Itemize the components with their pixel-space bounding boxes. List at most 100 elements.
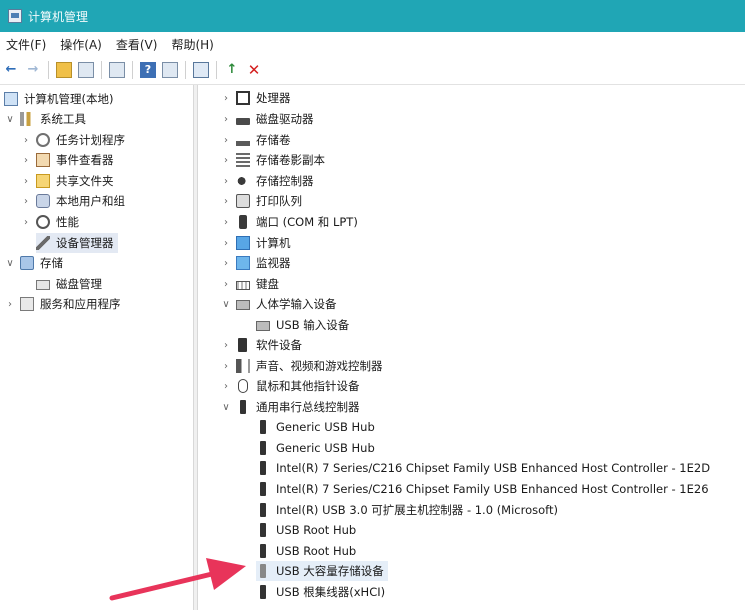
chevron-down-icon[interactable]: ∨ <box>220 402 232 413</box>
usb-controller-icon <box>240 400 246 414</box>
device-item-usb[interactable]: Generic USB Hub <box>256 438 375 458</box>
device-item-usb-mass-storage[interactable]: USB 大容量存储设备 <box>256 561 388 581</box>
device-label: 处理器 <box>256 91 291 105</box>
disk-drive-icon <box>236 117 250 125</box>
storage-controller-icon <box>236 174 250 188</box>
chevron-right-icon[interactable]: › <box>220 217 232 228</box>
device-category-software[interactable]: › 软件设备 <box>220 335 302 355</box>
device-category-print-queues[interactable]: › 打印队列 <box>220 191 302 211</box>
usb-icon <box>260 544 266 558</box>
device-category-ports[interactable]: › 端口 (COM 和 LPT) <box>220 212 358 232</box>
device-category-mice[interactable]: › 鼠标和其他指针设备 <box>220 376 360 396</box>
tree-item-task-scheduler[interactable]: › 任务计划程序 <box>20 130 125 150</box>
tree-item-disk-management[interactable]: 磁盘管理 <box>36 274 102 294</box>
chevron-right-icon[interactable]: › <box>4 299 16 310</box>
chevron-right-icon[interactable]: › <box>220 340 232 351</box>
tree-item-device-manager[interactable]: 设备管理器 <box>36 233 118 253</box>
menu-help[interactable]: 帮助(H) <box>164 36 220 53</box>
chevron-right-icon[interactable]: › <box>220 381 232 392</box>
chevron-right-icon[interactable]: › <box>220 135 232 146</box>
back-arrow-icon[interactable]: ← <box>3 62 19 78</box>
menu-view[interactable]: 查看(V) <box>109 36 165 53</box>
device-item-usb[interactable]: Intel(R) 7 Series/C216 Chipset Family US… <box>256 458 710 478</box>
device-category-hid[interactable]: ∨ 人体学输入设备 <box>220 294 336 314</box>
update-driver-icon[interactable]: ↑ <box>224 62 240 78</box>
tree-item-computer-management[interactable]: 计算机管理(本地) <box>4 89 113 109</box>
chevron-right-icon[interactable]: › <box>220 155 232 166</box>
tree-item-local-users[interactable]: › 本地用户和组 <box>20 191 125 211</box>
device-label: 鼠标和其他指针设备 <box>256 379 360 393</box>
tree-item-storage[interactable]: ∨ 存储 <box>4 253 63 273</box>
chevron-right-icon[interactable]: › <box>220 176 232 187</box>
device-category-monitors[interactable]: › 监视器 <box>220 253 291 273</box>
scan-hardware-icon[interactable] <box>193 62 209 78</box>
device-category-keyboards[interactable]: › 键盘 <box>220 274 279 294</box>
device-item-usb[interactable]: USB 根集线器(xHCI) <box>256 582 385 602</box>
tree-item-performance[interactable]: › 性能 <box>20 212 79 232</box>
uninstall-device-icon[interactable]: ✕ <box>246 62 262 78</box>
device-item-usb[interactable]: USB Root Hub <box>256 541 356 561</box>
toolbar: ← → ? ↑ ✕ <box>0 56 745 85</box>
chevron-right-icon[interactable]: › <box>20 135 32 146</box>
volume-shadow-icon <box>236 153 250 167</box>
action-pane-icon[interactable] <box>162 62 178 78</box>
device-category-volume-shadow[interactable]: › 存储卷影副本 <box>220 150 325 170</box>
device-item-usb[interactable]: Intel(R) 7 Series/C216 Chipset Family US… <box>256 479 709 499</box>
chevron-right-icon[interactable]: › <box>20 176 32 187</box>
storage-volume-icon <box>236 140 250 146</box>
usb-icon <box>260 461 266 475</box>
device-item-usb-input[interactable]: USB 输入设备 <box>256 315 349 335</box>
device-item-usb[interactable]: USB Root Hub <box>256 520 356 540</box>
tree-item-services-apps[interactable]: › 服务和应用程序 <box>4 294 121 314</box>
properties-icon[interactable] <box>109 62 125 78</box>
device-category-storage-controllers[interactable]: › 存储控制器 <box>220 171 314 191</box>
device-item-usb[interactable]: Intel(R) USB 3.0 可扩展主机控制器 - 1.0 (Microso… <box>256 500 558 520</box>
keyboard-icon <box>236 281 250 290</box>
device-manager-icon <box>36 236 50 250</box>
tree-item-system-tools[interactable]: ∨ 系统工具 <box>4 109 86 129</box>
chevron-right-icon[interactable]: › <box>220 114 232 125</box>
chevron-right-icon[interactable]: › <box>20 217 32 228</box>
device-category-usb-controllers[interactable]: ∨ 通用串行总线控制器 <box>220 397 360 417</box>
chevron-right-icon[interactable]: › <box>220 196 232 207</box>
chevron-right-icon[interactable]: › <box>220 238 232 249</box>
chevron-down-icon[interactable]: ∨ <box>220 299 232 310</box>
device-category-sound[interactable]: › 声音、视频和游戏控制器 <box>220 356 383 376</box>
chevron-right-icon[interactable]: › <box>20 196 32 207</box>
device-list-pane: › 处理器 › 磁盘驱动器 › 存储卷 › 存储卷影副本 › 存储控制器 › 打… <box>198 85 745 610</box>
device-label: USB Root Hub <box>276 544 357 558</box>
computer-management-app-icon <box>8 9 22 23</box>
chevron-right-icon[interactable]: › <box>220 93 232 104</box>
shared-folder-icon <box>36 174 50 188</box>
window-title: 计算机管理 <box>28 9 89 24</box>
device-category-disk-drives[interactable]: › 磁盘驱动器 <box>220 109 314 129</box>
tree-item-event-viewer[interactable]: › 事件查看器 <box>20 150 114 170</box>
show-hide-console-tree-icon[interactable] <box>78 62 94 78</box>
task-scheduler-icon <box>36 133 50 147</box>
help-icon[interactable]: ? <box>140 62 156 78</box>
up-folder-icon[interactable] <box>56 62 72 78</box>
tree-item-label: 存储 <box>40 256 63 270</box>
monitor-icon <box>236 256 250 270</box>
tree-item-shared-folders[interactable]: › 共享文件夹 <box>20 171 114 191</box>
device-category-storage-volumes[interactable]: › 存储卷 <box>220 130 291 150</box>
device-label: USB 大容量存储设备 <box>276 564 384 578</box>
chevron-right-icon[interactable]: › <box>220 258 232 269</box>
computer-icon <box>236 236 250 250</box>
chevron-down-icon[interactable]: ∨ <box>4 114 16 125</box>
chevron-right-icon[interactable]: › <box>220 361 232 372</box>
chevron-down-icon[interactable]: ∨ <box>4 258 16 269</box>
device-category-computer[interactable]: › 计算机 <box>220 233 291 253</box>
device-category-processors[interactable]: › 处理器 <box>220 88 291 108</box>
menu-file[interactable]: 文件(F) <box>0 36 53 53</box>
tree-item-label: 本地用户和组 <box>56 194 125 208</box>
chevron-right-icon[interactable]: › <box>20 155 32 166</box>
tree-item-label: 磁盘管理 <box>56 277 102 291</box>
chevron-right-icon[interactable]: › <box>220 279 232 290</box>
menu-action[interactable]: 操作(A) <box>53 36 109 53</box>
device-label: 键盘 <box>256 277 279 291</box>
usb-icon <box>260 420 266 434</box>
device-item-usb[interactable]: Generic USB Hub <box>256 417 375 437</box>
forward-arrow-icon[interactable]: → <box>25 62 41 78</box>
tree-item-label: 计算机管理(本地) <box>24 92 114 106</box>
